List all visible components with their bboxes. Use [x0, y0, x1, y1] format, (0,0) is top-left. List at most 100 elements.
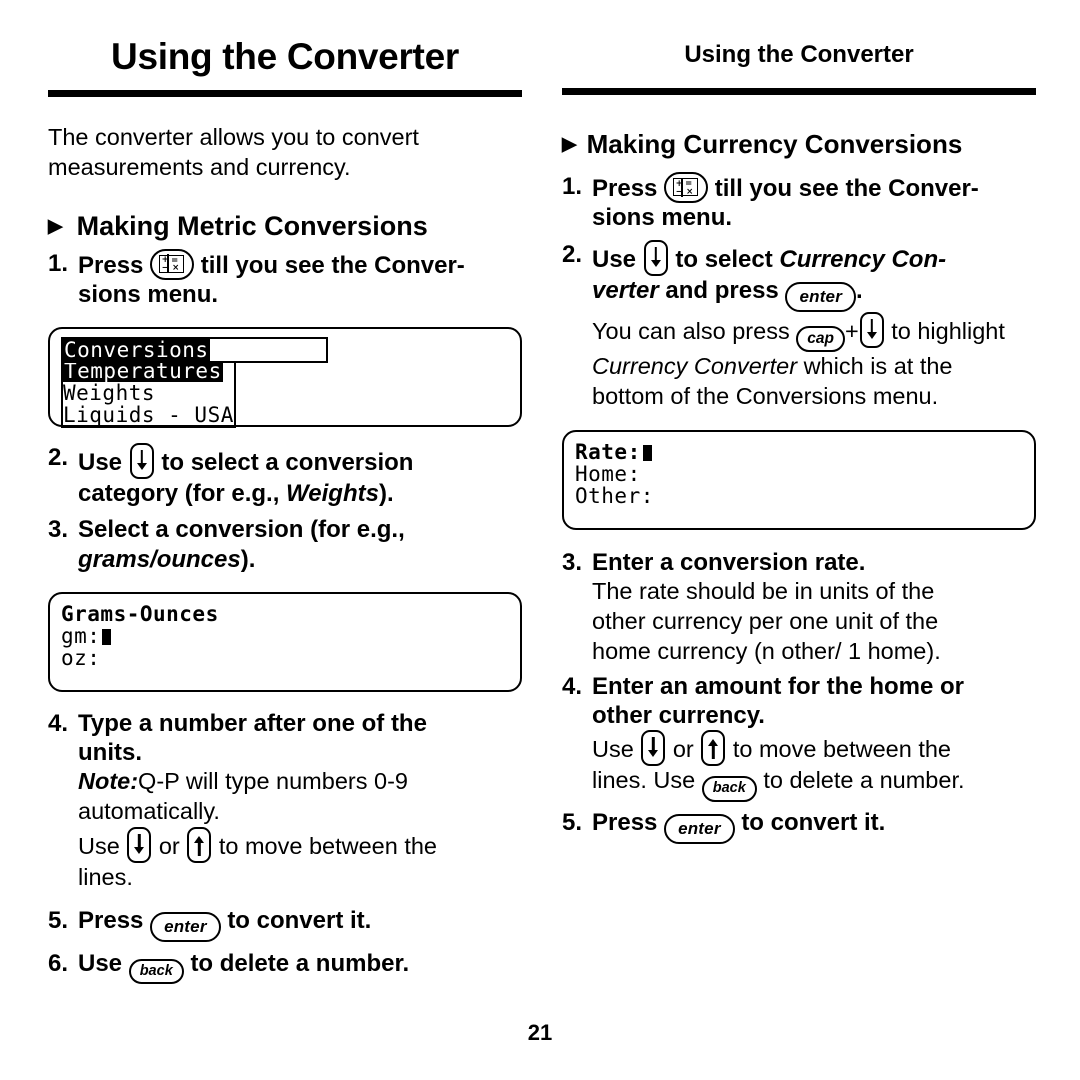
step-text-part: other currency.: [592, 701, 765, 729]
step-note: You can also press cap + to highlight Cur…: [592, 311, 1036, 412]
intro-paragraph: The converter allows you to convert meas…: [48, 123, 419, 180]
lcd-grams-ounces: Grams-Ounces gm: oz:: [48, 591, 522, 692]
step-item: 3. Enter a conversion rate. The rate sho…: [562, 548, 1036, 667]
step-text-part: sions menu.: [592, 204, 733, 232]
step-text-part: to select a conversion: [161, 449, 414, 477]
step-number: 3.: [562, 548, 583, 576]
arrow-head: [648, 750, 659, 758]
lcd-title-frame: Conversions: [61, 337, 328, 364]
lcd-cursor-icon: [102, 628, 112, 645]
note-emphasis: Currency Converter: [592, 353, 798, 380]
lcd-row-other: Other:: [575, 483, 654, 508]
lcd-row: Liquids - USA: [63, 403, 234, 428]
lcd-row-gm: gm:: [61, 625, 509, 647]
arrow-head: [136, 463, 147, 471]
up-arrow-key-icon: [187, 827, 212, 864]
step-item: 4. Type a number after one of the units.…: [48, 709, 522, 893]
lcd-title-text: Grams-Ounces: [61, 601, 219, 626]
section-heading-metric-label: Making Metric Conversions: [76, 210, 428, 241]
lcd-conversions-menu: Conversions Temperatures Weights Liquids…: [48, 327, 522, 429]
step-text-part: Press: [592, 175, 658, 203]
step-text-part: Press: [78, 251, 144, 279]
arrow-head: [134, 847, 145, 855]
note-text: home currency (n other/ 1 home).: [592, 637, 941, 664]
note-text: other currency per one unit of the: [592, 608, 939, 635]
step-text-part: Enter an amount for the home or: [592, 672, 965, 700]
step-text: Press + = − × till you see the Conver- s…: [592, 172, 1036, 233]
note-text: to move between the: [218, 833, 437, 860]
enter-key-icon: enter: [664, 813, 735, 844]
step-text-emphasis: Weights: [286, 480, 379, 508]
step-text-part: to select: [675, 245, 773, 273]
lcd-row-label: gm:: [61, 623, 101, 648]
lcd-menu-list: Temperatures Weights Liquids - USA: [61, 360, 236, 429]
times-glyph: ×: [686, 186, 694, 197]
step-text-part: category (for e.g.,: [78, 480, 280, 508]
step-item: 5. Press enter to convert it.: [48, 906, 522, 942]
step-text-part: and press: [665, 276, 779, 304]
step-item: 4. Enter an amount for the home or other…: [562, 672, 1036, 802]
step-text: Type a number after one of the units. No…: [78, 709, 522, 893]
step-number: 6.: [48, 949, 69, 977]
lcd-row: Weights: [63, 381, 156, 406]
note-text: bottom of the Conversions menu.: [592, 383, 939, 410]
step-item: 1. Press + = − × till you see the Conver…: [562, 172, 1036, 233]
step-text-part: Use: [78, 449, 123, 477]
right-column: Using the Converter ▶ Making Currency Co…: [562, 0, 1036, 844]
lcd-row-rate: Rate:: [575, 441, 1023, 463]
up-arrow-key-icon: [701, 730, 726, 767]
arrow-head: [708, 739, 719, 747]
step-item: 3. Select a conversion (for e.g., grams/…: [48, 515, 522, 574]
step-text-part: Enter a conversion rate.: [592, 548, 866, 576]
note-text: to move between the: [732, 736, 951, 763]
minus-glyph: −: [161, 263, 169, 274]
lcd-cursor-icon: [642, 444, 652, 461]
step-text-part: ).: [378, 480, 394, 508]
step-number: 5.: [48, 906, 69, 934]
step-text: Use to select Currency Con- verter and p…: [592, 239, 1036, 412]
lcd-title-text: Conversions: [63, 338, 210, 363]
down-arrow-key-icon: [859, 311, 884, 348]
step-text: Enter an amount for the home or other cu…: [592, 672, 1036, 802]
lcd-title-pad: [209, 339, 326, 362]
step-text-part: .: [856, 276, 863, 304]
arrow-shaft: [712, 744, 715, 760]
note-label: Note:: [78, 768, 139, 795]
step-number: 5.: [562, 808, 583, 836]
note-text: which is at the: [803, 353, 953, 380]
step-text-part: Press: [592, 808, 658, 836]
note-text: The rate should be in units of the: [592, 578, 935, 605]
step-text-emphasis: grams/ounces: [78, 545, 241, 573]
step-text-emphasis: verter: [592, 276, 659, 304]
step-note: Use or to move between the lines. Use ba…: [592, 730, 1036, 802]
note-text: automatically.: [78, 798, 220, 825]
lcd-row-oz: oz:: [61, 645, 101, 670]
note-plus: +: [844, 317, 859, 344]
conversion-key-icon: + = − ×: [664, 172, 709, 204]
arrow-head: [194, 836, 205, 844]
step-number: 1.: [562, 173, 583, 201]
note-text: or: [158, 833, 180, 860]
note-text: lines.: [78, 864, 133, 891]
step-item: 1. Press + = − × till you see the Conver…: [48, 248, 522, 310]
step-note: Note:Q-P will type numbers 0-9 automatic…: [78, 767, 522, 893]
page-title-left: Using the Converter: [111, 36, 459, 77]
step-text-part: till you see the Conver-: [714, 175, 979, 203]
step-number: 2.: [562, 240, 583, 268]
step-text-part: to convert it.: [741, 808, 886, 836]
arrow-shaft: [198, 841, 201, 857]
step-text-part: to convert it.: [227, 906, 372, 934]
lcd-row-home: Home:: [575, 461, 641, 486]
note-text: You can also press: [592, 317, 790, 344]
step-number: 3.: [48, 516, 69, 544]
arrow-head: [866, 331, 877, 339]
conversion-key-icon: + = − ×: [150, 248, 195, 280]
down-arrow-key-icon: [641, 730, 666, 767]
triangle-bullet-icon: ▶: [48, 215, 63, 237]
step-text: Enter a conversion rate. The rate should…: [592, 548, 1036, 667]
manual-page: Using the Converter The converter allows…: [0, 0, 1080, 1080]
cap-key-icon: cap: [796, 325, 845, 353]
triangle-bullet-icon: ▶: [562, 134, 577, 156]
step-text: Press + = − × till you see the Conver- s…: [78, 248, 522, 310]
note-text: lines. Use: [592, 767, 696, 794]
